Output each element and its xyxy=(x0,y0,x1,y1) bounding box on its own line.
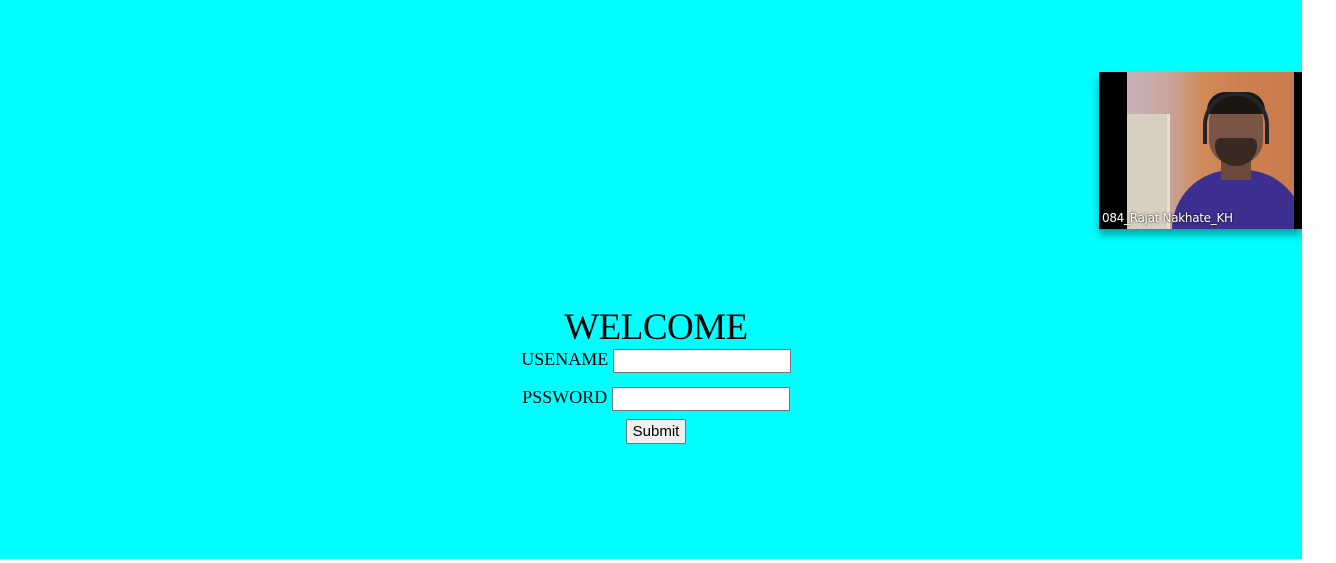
password-input[interactable] xyxy=(611,387,790,411)
password-label: PSSWORD xyxy=(522,387,608,407)
submit-row: Submit xyxy=(0,419,1302,444)
page-background: WELCOME USENAME PSSWORD Submit 084_Rajat… xyxy=(0,0,1302,559)
video-call-overlay[interactable]: 084_Rajat Nakhate_KH xyxy=(1099,72,1302,229)
login-form: WELCOME USENAME PSSWORD Submit xyxy=(0,307,1302,444)
submit-button[interactable]: Submit xyxy=(625,419,687,444)
username-row: USENAME xyxy=(0,349,1302,375)
participant-video-feed xyxy=(1127,72,1294,229)
page-title: WELCOME xyxy=(564,307,748,348)
password-row: PSSWORD xyxy=(0,387,1302,413)
participant-name: 084_Rajat Nakhate_KH xyxy=(1102,211,1233,225)
username-input[interactable] xyxy=(612,349,791,373)
username-label: USENAME xyxy=(521,349,609,369)
